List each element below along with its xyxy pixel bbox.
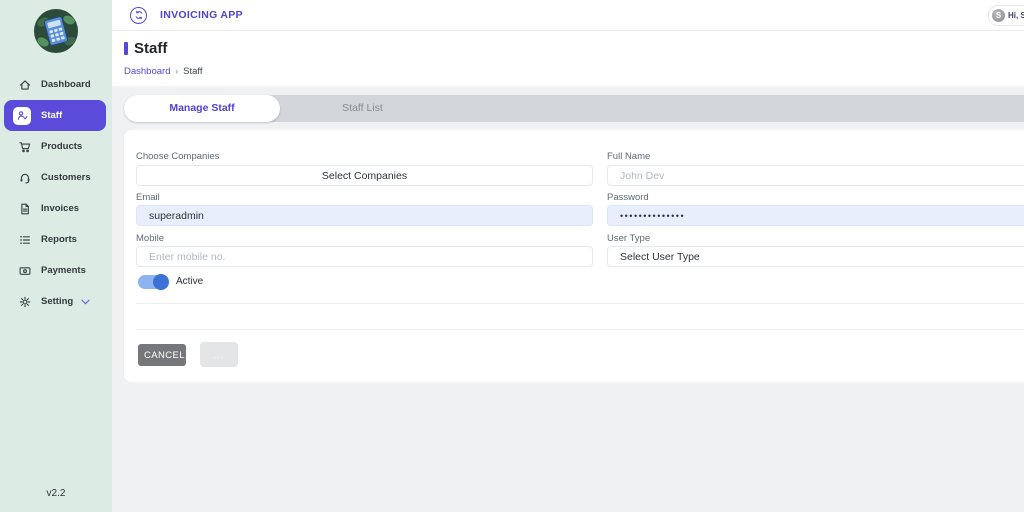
sidebar-item-label: Reports [41,234,77,245]
sidebar-item-payments[interactable]: Payments [0,255,112,286]
payments-icon [17,263,32,278]
app-logo [33,8,79,54]
invoice-icon [17,201,32,216]
app-version: v2.2 [0,488,112,512]
full-name-input[interactable] [607,165,1024,186]
breadcrumb-separator: › [175,67,178,76]
sidebar-nav: Dashboard Staff Products [0,69,112,317]
sidebar-item-label: Products [41,141,82,152]
sidebar-item-customers[interactable]: Customers [0,162,112,193]
divider [136,303,1024,304]
choose-companies-label: Choose Companies [136,151,219,162]
headset-icon [17,170,32,185]
sidebar-item-products[interactable]: Products [0,131,112,162]
user-greeting: Hi, Su [1008,11,1024,20]
sidebar-item-label: Dashboard [41,79,91,90]
tab-staff-list[interactable]: Staff List [280,95,445,122]
submit-button[interactable]: ... [200,342,238,367]
sidebar-item-staff[interactable]: Staff [4,100,106,131]
tab-manage-staff[interactable]: Manage Staff [124,95,280,122]
staff-tabbar: Manage Staff Staff List [124,95,1024,122]
manage-staff-card: Choose Companies Select Companies Full N… [124,130,1024,382]
cancel-button[interactable]: CANCEL [138,344,186,366]
active-toggle-knob [153,274,169,290]
page-header: Staff Dashboard › Staff [112,30,1024,86]
staff-icon [13,107,31,125]
sidebar-item-label: Setting [41,296,73,307]
home-icon [17,77,32,92]
sidebar: Dashboard Staff Products [0,0,112,512]
cart-icon [17,139,32,154]
sidebar-item-label: Staff [41,110,62,121]
breadcrumb-current: Staff [183,66,202,77]
user-type-label: User Type [607,233,650,244]
user-avatar: S [992,9,1005,22]
mobile-input[interactable] [136,246,593,267]
sidebar-item-dashboard[interactable]: Dashboard [0,69,112,100]
sidebar-item-label: Invoices [41,203,79,214]
user-type-select[interactable]: Select User Type [607,246,1024,267]
breadcrumb-dashboard[interactable]: Dashboard [124,66,170,77]
gear-icon [17,294,32,309]
sidebar-item-label: Customers [41,172,91,183]
email-input[interactable] [136,205,593,226]
breadcrumb: Dashboard › Staff [124,66,1024,77]
sidebar-item-setting[interactable]: Setting [0,286,112,317]
user-menu[interactable]: S Hi, Su [988,5,1024,26]
title-accent-bar [124,42,128,55]
chevron-down-icon [81,299,90,305]
active-toggle-label: Active [176,275,203,289]
top-header: INVOICING APP S Hi, Su [112,0,1024,31]
email-label: Email [136,192,160,203]
sidebar-item-invoices[interactable]: Invoices [0,193,112,224]
full-name-label: Full Name [607,151,650,162]
password-label: Password [607,192,649,203]
sync-icon[interactable] [130,7,147,24]
page-title: Staff [134,40,167,57]
report-icon [17,232,32,247]
active-toggle[interactable] [138,275,168,289]
choose-companies-select[interactable]: Select Companies [136,165,593,186]
mobile-label: Mobile [136,233,164,244]
sidebar-item-label: Payments [41,265,86,276]
divider [136,329,1024,330]
app-brand: INVOICING APP [160,9,243,21]
sidebar-item-reports[interactable]: Reports [0,224,112,255]
password-input[interactable]: •••••••••••••• [607,205,1024,226]
